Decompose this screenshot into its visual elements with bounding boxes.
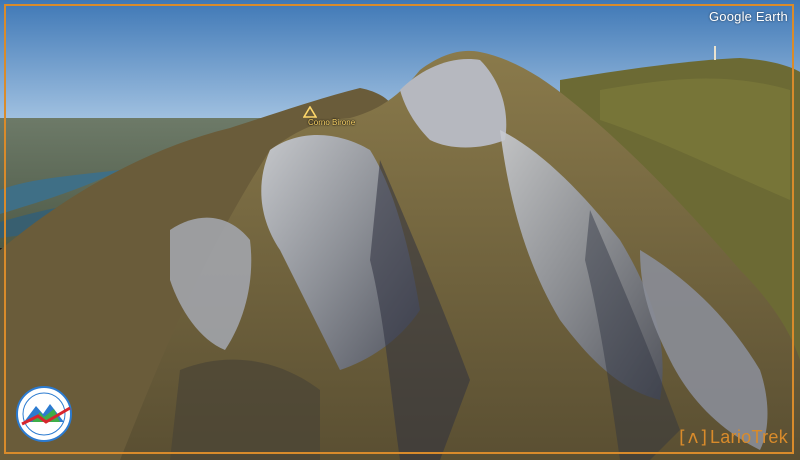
placemark-corno-birone[interactable]: Corno Birone (300, 106, 370, 130)
placemark-label: Corno Birone (308, 118, 356, 127)
google-earth-watermark: Google Earth (708, 9, 788, 24)
club-emblem-icon (16, 386, 72, 442)
summit-antenna (714, 46, 716, 60)
brand-mark: [ʌ] (676, 427, 710, 448)
map-viewport[interactable]: Google Earth Corno Birone [ʌ]LarioTrek (0, 0, 800, 460)
brand-name: LarioTrek (709, 427, 788, 447)
triangle-peak-icon (303, 106, 317, 118)
lariotrek-brand: [ʌ]LarioTrek (677, 427, 788, 448)
terrain-scene (0, 0, 800, 460)
